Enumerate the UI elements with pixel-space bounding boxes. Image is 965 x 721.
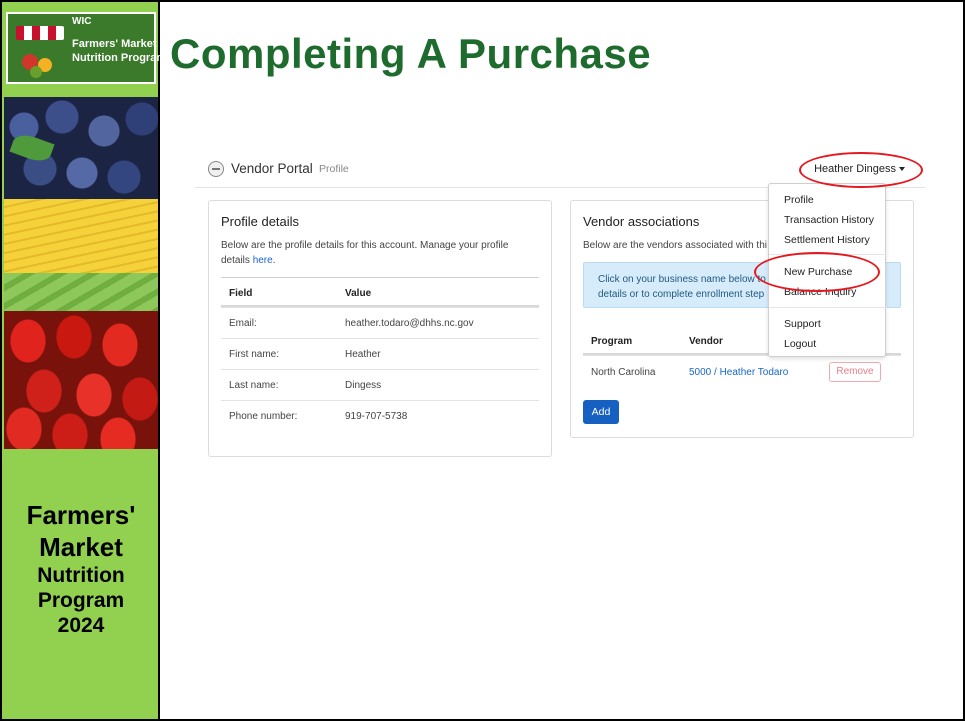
menu-item-support[interactable]: Support	[784, 318, 821, 330]
field-value: 919-707-5738	[345, 411, 408, 422]
field-value: Heather	[345, 349, 381, 360]
table-row: First name: Heather	[221, 338, 539, 369]
sidebar-title-line2: Market	[39, 532, 123, 562]
sidebar-title-line5: 2024	[57, 614, 105, 637]
blueberries-photo	[4, 97, 158, 199]
add-button[interactable]: Add	[583, 400, 619, 424]
profile-heading: Profile details	[221, 214, 300, 229]
highlight-circle-new-purchase	[754, 252, 880, 292]
logo-text-line1: Farmers' Market	[72, 38, 157, 50]
logo-wic-text: WIC	[72, 16, 92, 27]
field-label: Last name:	[229, 380, 279, 391]
program-logo: WIC Farmers' Market Nutrition Program	[6, 12, 166, 84]
sidebar-title-line4: Program	[37, 589, 125, 612]
manage-profile-link[interactable]: here	[253, 255, 273, 266]
portal-logo-icon	[208, 161, 224, 177]
column-header: Program	[591, 336, 633, 347]
field-value: Dingess	[345, 380, 382, 391]
corn-photo	[4, 199, 158, 311]
portal-screenshot: Vendor Portal Profile Heather Dingess Pr…	[195, 150, 925, 470]
menu-divider	[769, 307, 887, 308]
column-header: Value	[345, 288, 372, 299]
menu-item-profile[interactable]: Profile	[784, 194, 814, 206]
remove-button[interactable]: Remove	[829, 362, 881, 382]
program-cell: North Carolina	[591, 367, 656, 378]
field-label: First name:	[229, 349, 280, 360]
field-label: Phone number:	[229, 411, 298, 422]
table-row: Email: heather.todaro@dhhs.nc.gov	[221, 307, 539, 338]
breadcrumb: Profile	[319, 163, 349, 175]
alert-text: Click on your business name below to det…	[598, 274, 766, 300]
profile-intro-end: .	[272, 255, 276, 266]
profile-card: Profile details Below are the profile de…	[208, 200, 552, 457]
profile-table: Field Value Email: heather.todaro@dhhs.n…	[221, 277, 539, 431]
vendor-link[interactable]: 5000 / Heather Todaro	[689, 367, 788, 378]
column-header: Field	[229, 288, 253, 299]
pepper-icon	[30, 66, 42, 78]
field-label: Email:	[229, 318, 257, 329]
menu-item-settlement-history[interactable]: Settlement History	[784, 234, 870, 246]
sidebar-title: Farmers' Market Nutrition Program 2024	[2, 499, 160, 638]
brand-link[interactable]: Vendor Portal	[231, 161, 313, 176]
market-awning-icon	[16, 26, 64, 40]
slide-title: Completing A Purchase	[170, 30, 652, 77]
profile-intro: Below are the profile details for this a…	[221, 238, 539, 268]
leaf-icon	[9, 130, 55, 166]
sidebar-title-line1: Farmers'	[26, 500, 136, 530]
field-value: heather.todaro@dhhs.nc.gov	[345, 318, 474, 329]
table-header: Field Value	[221, 277, 539, 307]
menu-item-logout[interactable]: Logout	[784, 338, 816, 350]
logo-text-line2: Nutrition Program	[72, 52, 167, 64]
sidebar-title-line3: Nutrition	[37, 564, 125, 587]
column-header: Vendor	[689, 336, 723, 347]
vendor-heading: Vendor associations	[583, 214, 700, 229]
menu-item-transaction-history[interactable]: Transaction History	[784, 214, 874, 226]
sidebar: WIC Farmers' Market Nutrition Program Fa…	[2, 2, 166, 719]
highlight-circle-user-menu	[799, 152, 923, 188]
table-row: North Carolina 5000 / Heather Todaro Rem…	[583, 355, 901, 389]
strawberries-photo	[4, 311, 158, 449]
corn-husk	[4, 273, 158, 311]
table-row: Phone number: 919-707-5738	[221, 400, 539, 431]
table-row: Last name: Dingess	[221, 369, 539, 400]
slide: WIC Farmers' Market Nutrition Program Fa…	[0, 0, 965, 721]
